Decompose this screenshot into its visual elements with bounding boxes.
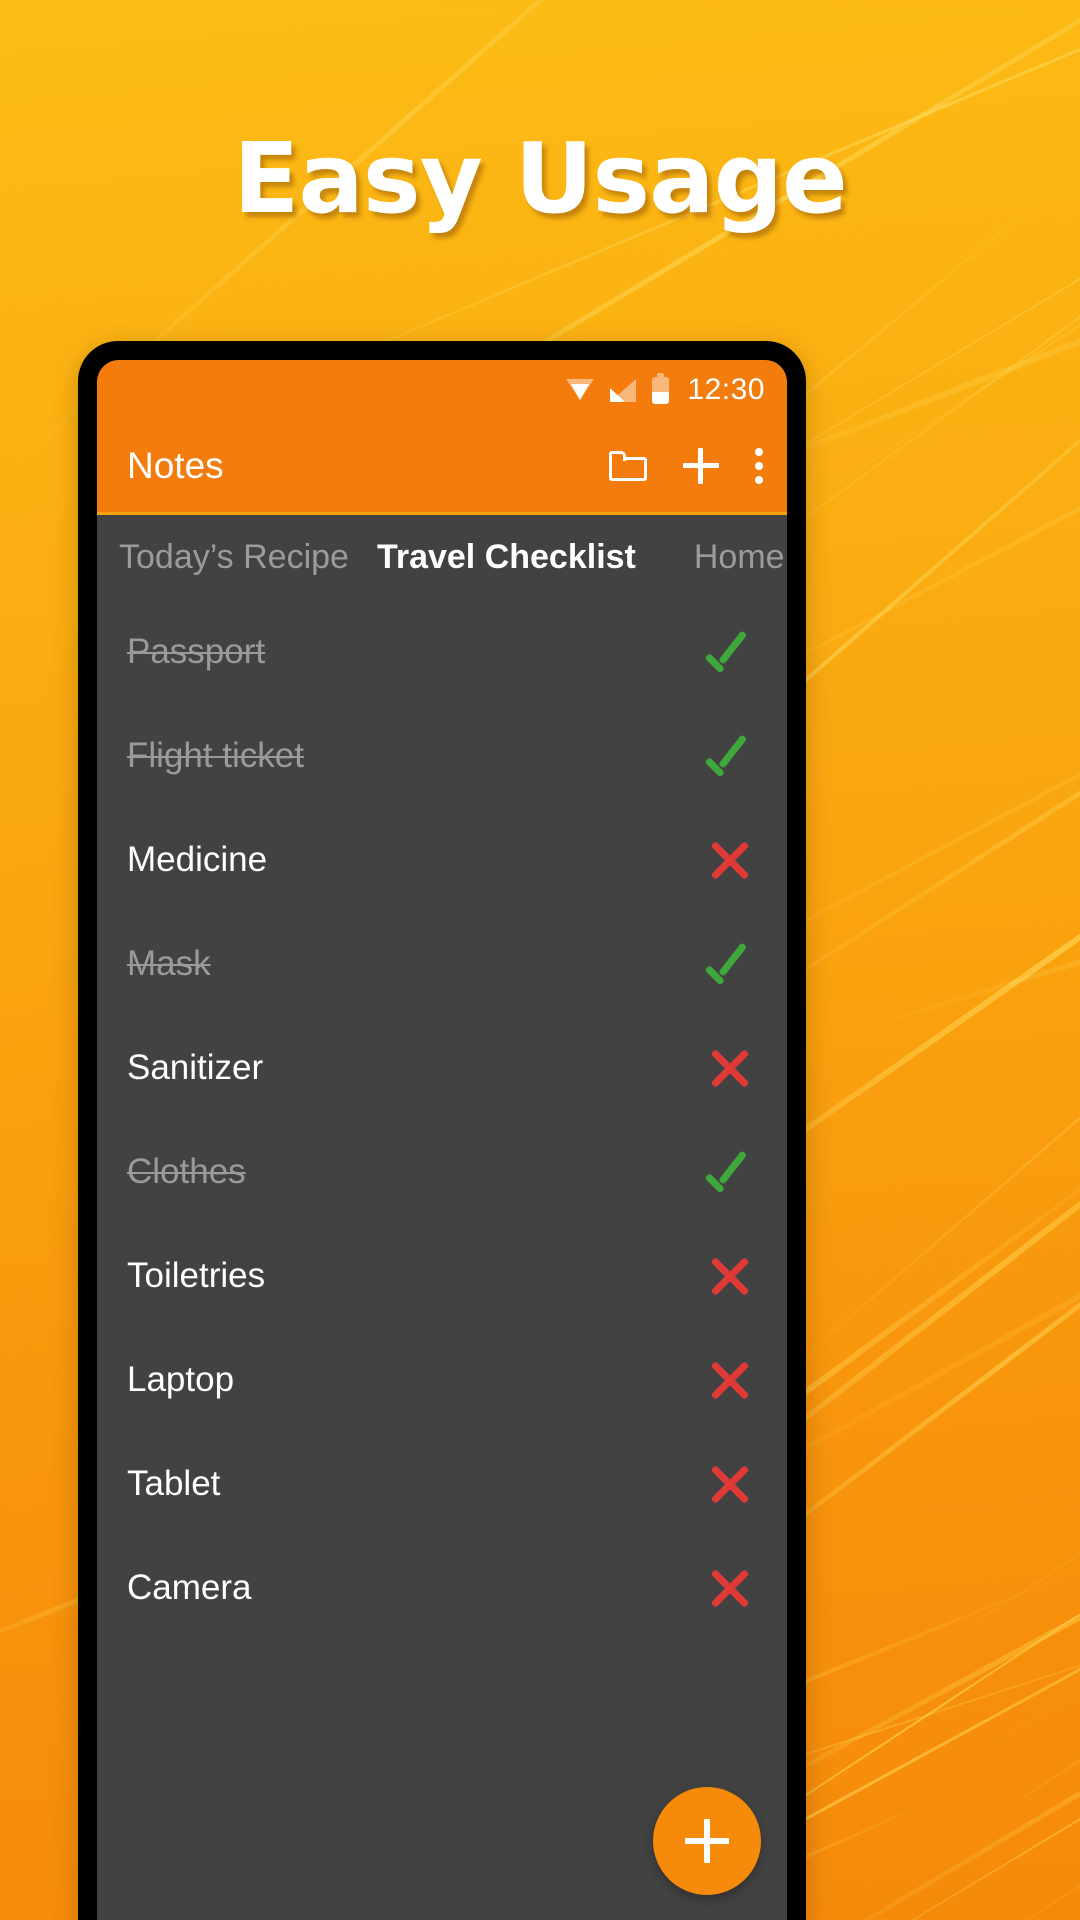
- folder-icon[interactable]: [609, 451, 647, 481]
- checklist-item-label: Sanitizer: [127, 1048, 264, 1087]
- checklist-item[interactable]: Toiletries: [97, 1224, 787, 1328]
- checklist-item[interactable]: Passport: [97, 600, 787, 704]
- checklist-item-label: Clothes: [127, 1152, 246, 1191]
- battery-icon: [652, 372, 670, 404]
- plus-icon[interactable]: [683, 448, 719, 484]
- app-bar-actions: [609, 448, 763, 484]
- checklist-item[interactable]: Flight ticket: [97, 704, 787, 808]
- status-time: 12:30: [687, 373, 765, 406]
- checklist-item[interactable]: Medicine: [97, 808, 787, 912]
- phone-screen: 12:30 Notes Today’s Recipe Travel Checkli…: [97, 360, 787, 1920]
- tab-home-reno[interactable]: Home Reno: [694, 538, 787, 577]
- cross-icon[interactable]: [703, 1249, 757, 1303]
- cross-icon[interactable]: [703, 833, 757, 887]
- checklist-item[interactable]: Mask: [97, 912, 787, 1016]
- checklist-item-label: Toiletries: [127, 1256, 266, 1295]
- checklist-item[interactable]: Camera: [97, 1536, 787, 1640]
- check-icon[interactable]: [703, 937, 757, 991]
- wifi-icon: [566, 379, 595, 401]
- app-title: Notes: [127, 445, 224, 486]
- phone-frame: 12:30 Notes Today’s Recipe Travel Checkli…: [78, 341, 806, 1920]
- signal-icon: [610, 378, 637, 402]
- checklist-item[interactable]: Laptop: [97, 1328, 787, 1432]
- check-icon[interactable]: [703, 1145, 757, 1199]
- status-bar: 12:30: [97, 360, 787, 420]
- app-bar: Notes: [97, 420, 787, 512]
- cross-icon[interactable]: [703, 1457, 757, 1511]
- tab-today-s-recipe[interactable]: Today’s Recipe: [119, 538, 349, 577]
- checklist-item-label: Medicine: [127, 840, 268, 879]
- cross-icon[interactable]: [703, 1353, 757, 1407]
- checklist-item-label: Tablet: [127, 1464, 221, 1503]
- checklist-item[interactable]: Tablet: [97, 1432, 787, 1536]
- checklist-item[interactable]: Sanitizer: [97, 1016, 787, 1120]
- tab-bar: Today’s Recipe Travel Checklist Home Reno: [97, 512, 787, 600]
- check-icon[interactable]: [703, 625, 757, 679]
- check-icon[interactable]: [703, 729, 757, 783]
- plus-icon: [685, 1819, 729, 1863]
- page-title: Easy Usage: [233, 122, 848, 235]
- add-note-fab[interactable]: [653, 1787, 761, 1895]
- checklist: Passport Flight ticket Medicine Mask Sanitiz…: [97, 600, 787, 1640]
- checklist-item-label: Flight ticket: [127, 736, 304, 775]
- checklist-item-label: Camera: [127, 1568, 252, 1607]
- tab-travel-checklist[interactable]: Travel Checklist: [377, 538, 636, 577]
- checklist-item-label: Passport: [127, 632, 266, 671]
- checklist-item-label: Laptop: [127, 1360, 235, 1399]
- cross-icon[interactable]: [703, 1561, 757, 1615]
- checklist-item[interactable]: Clothes: [97, 1120, 787, 1224]
- more-vertical-icon[interactable]: [755, 448, 763, 484]
- cross-icon[interactable]: [703, 1041, 757, 1095]
- checklist-item-label: Mask: [127, 944, 211, 983]
